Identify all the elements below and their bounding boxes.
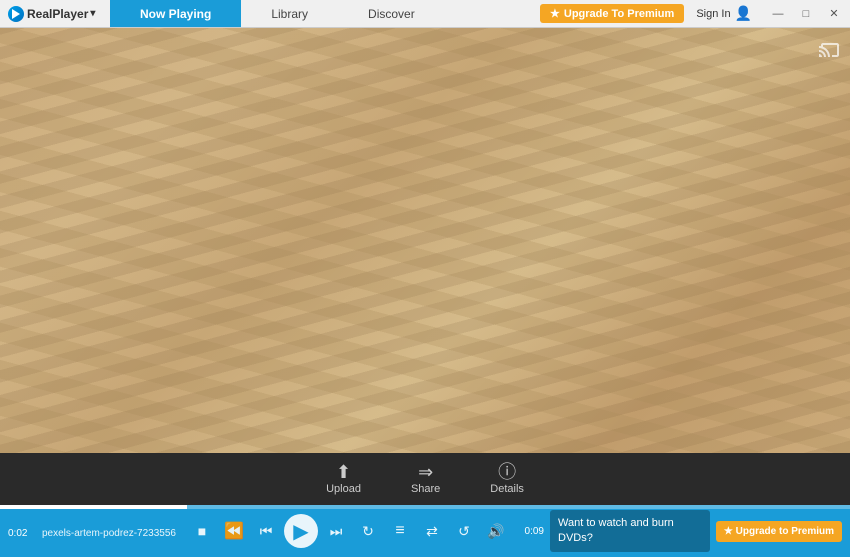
tab-library[interactable]: Library	[241, 0, 338, 27]
window-controls: — □ ✕	[764, 0, 848, 28]
player-controls: ■ ⏪ ⏮ ▶ ⏭ ↻ ≡ ⇄ ↺ 🔊	[188, 514, 510, 548]
details-button[interactable]: ⓘ Details	[490, 463, 524, 495]
upload-icon: ⬆	[336, 463, 351, 481]
tab-discover[interactable]: Discover	[338, 0, 445, 27]
repeat-button[interactable]: ↻	[354, 517, 382, 545]
share-label: Share	[411, 483, 440, 495]
total-time: 0:09	[516, 526, 544, 537]
app-name: RealPlayer ▾	[27, 7, 95, 21]
nav-tabs: Now Playing Library Discover	[110, 0, 540, 27]
share-button[interactable]: ⇒ Share	[411, 463, 440, 495]
details-icon: ⓘ	[498, 463, 516, 481]
close-button[interactable]: ✕	[820, 0, 848, 28]
minimize-button[interactable]: —	[764, 0, 792, 28]
star-icon: ★	[550, 7, 560, 20]
playlist-button[interactable]: ≡	[386, 517, 414, 545]
upload-button[interactable]: ⬆ Upload	[326, 463, 361, 495]
play-button[interactable]: ▶	[284, 514, 318, 548]
player-bar: 0:02 pexels-artem-podrez-7233556 ■ ⏪ ⏮ ▶…	[0, 505, 850, 557]
filename: pexels-artem-podrez-7233556	[42, 528, 182, 539]
shuffle-button[interactable]: ⇄	[418, 517, 446, 545]
current-time: 0:02	[8, 528, 36, 539]
upgrade-to-premium-player-button[interactable]: ★ Upgrade to Premium	[716, 521, 842, 542]
details-label: Details	[490, 483, 524, 495]
promo-dvd: Want to watch and burn DVDs?	[550, 510, 710, 553]
restore-button[interactable]: □	[792, 0, 820, 28]
loop-button[interactable]: ↺	[450, 517, 478, 545]
progress-fill	[0, 505, 187, 509]
logo-area[interactable]: RealPlayer ▾	[0, 6, 110, 22]
titlebar: RealPlayer ▾ Now Playing Library Discove…	[0, 0, 850, 28]
prev-button[interactable]: ⏮	[252, 517, 280, 545]
volume-button[interactable]: 🔊	[482, 517, 510, 545]
user-icon: 👤	[735, 5, 752, 22]
next-button[interactable]: ⏭	[322, 517, 350, 545]
video-content	[0, 28, 850, 453]
signin-button[interactable]: Sign In 👤	[688, 5, 760, 22]
cast-icon[interactable]	[818, 36, 842, 60]
media-toolbar: ⬆ Upload ⇒ Share ⓘ Details	[0, 453, 850, 505]
stop-button[interactable]: ■	[188, 517, 216, 545]
video-player[interactable]	[0, 28, 850, 453]
rewind-button[interactable]: ⏪	[220, 517, 248, 545]
share-icon: ⇒	[418, 463, 433, 481]
upgrade-to-premium-button[interactable]: ★ Upgrade To Premium	[540, 4, 684, 23]
progress-bar[interactable]	[0, 505, 850, 509]
upload-label: Upload	[326, 483, 361, 495]
titlebar-right: ★ Upgrade To Premium Sign In 👤 — □ ✕	[540, 0, 850, 28]
realplayer-logo-icon	[8, 6, 24, 22]
tab-now-playing[interactable]: Now Playing	[110, 0, 241, 27]
